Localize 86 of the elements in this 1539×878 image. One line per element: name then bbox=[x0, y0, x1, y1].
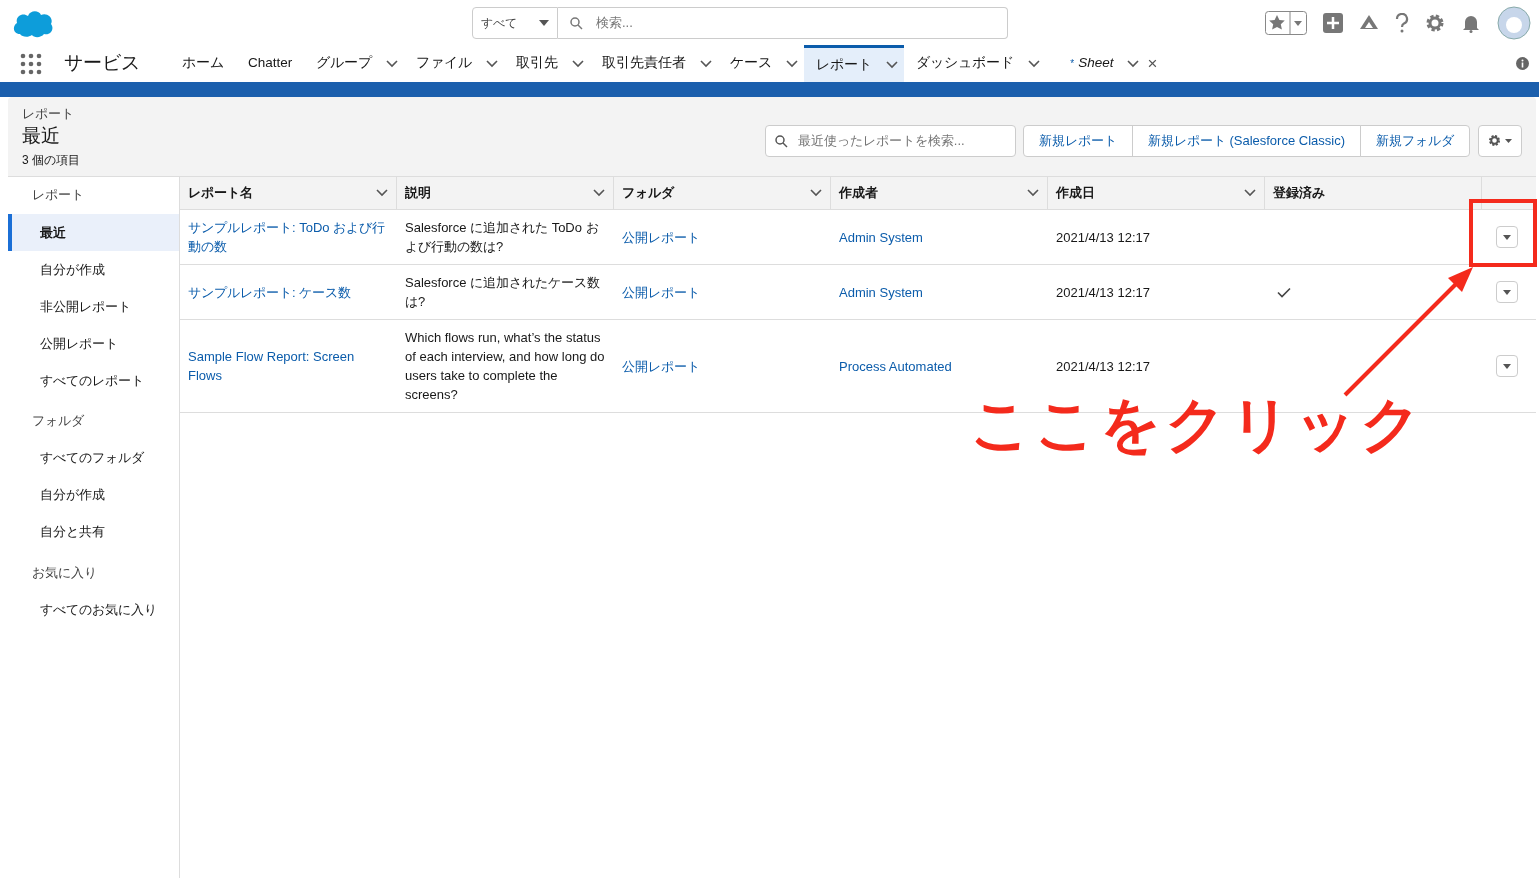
caret-icon bbox=[1503, 289, 1511, 295]
highlight-frame bbox=[1469, 199, 1537, 267]
new-button[interactable]: 新規レポート bbox=[1022, 124, 1133, 157]
caret-icon bbox=[1503, 363, 1511, 369]
caret-icon bbox=[1505, 138, 1512, 143]
chevron-down-icon bbox=[1027, 189, 1039, 197]
column-header[interactable]: 説明 bbox=[397, 177, 614, 209]
settings-icon[interactable] bbox=[1425, 12, 1445, 33]
chevron-down-icon bbox=[593, 189, 605, 197]
new-button[interactable]: 新規フォルダ bbox=[1360, 124, 1470, 157]
folder-link[interactable]: 公開レポート bbox=[622, 356, 700, 376]
row-actions-button[interactable] bbox=[1496, 355, 1518, 377]
mountain-icon[interactable] bbox=[1359, 13, 1379, 32]
column-header: 登録済み bbox=[1265, 177, 1482, 209]
chevron-down-icon bbox=[786, 59, 799, 68]
chevron-down-icon bbox=[886, 61, 899, 69]
column-header[interactable]: レポート名 bbox=[180, 177, 397, 209]
nav-tab[interactable]: Chatter bbox=[248, 53, 293, 74]
created-date: 2021/4/13 12:17 bbox=[1056, 283, 1150, 302]
item-count: 3 個の項目 bbox=[22, 152, 80, 170]
sidebar-item[interactable]: すべてのお気に入り bbox=[8, 591, 179, 629]
creator-link[interactable]: Admin System bbox=[839, 227, 923, 247]
sidebar-item[interactable]: 自分が作成 bbox=[8, 476, 179, 514]
info-icon[interactable] bbox=[1516, 57, 1529, 70]
chevron-down-icon bbox=[386, 59, 399, 68]
sidebar-item[interactable]: 非公開レポート bbox=[8, 287, 179, 325]
nav-tab[interactable]: ファイル bbox=[416, 53, 499, 74]
annotation-text: ここをクリック bbox=[970, 395, 1425, 455]
row-actions-button[interactable] bbox=[1496, 281, 1518, 303]
new-button[interactable]: 新規レポート (Salesforce Classic) bbox=[1131, 124, 1361, 157]
nav-tab[interactable]: グループ bbox=[316, 53, 399, 74]
chevron-down-icon bbox=[1244, 189, 1256, 197]
created-date: 2021/4/13 12:17 bbox=[1056, 228, 1150, 247]
folder-link[interactable]: 公開レポート bbox=[622, 282, 700, 302]
chevron-down-icon bbox=[376, 189, 388, 197]
sidebar-item[interactable]: すべてのレポート bbox=[8, 361, 179, 399]
settings-menu-button[interactable] bbox=[1478, 124, 1522, 157]
folder-link[interactable]: 公開レポート bbox=[622, 227, 700, 247]
search-scope-dropdown[interactable]: すべて bbox=[472, 6, 558, 39]
row-actions-button[interactable] bbox=[1496, 226, 1518, 248]
chevron-down-icon bbox=[810, 189, 822, 197]
section-heading: フォルダ bbox=[31, 412, 85, 430]
chevron-down-icon bbox=[700, 59, 713, 68]
page-title: 最近 bbox=[22, 123, 61, 148]
sidebar-item[interactable]: 公開レポート bbox=[8, 324, 179, 362]
nav-tab[interactable]: ダッシュボード bbox=[916, 53, 1041, 74]
creator-link[interactable]: Process Automated bbox=[839, 356, 952, 376]
column-header[interactable]: 作成日 bbox=[1048, 177, 1265, 209]
description-text: Salesforce に追加された ToDo および行動の数は? bbox=[405, 219, 600, 256]
description-text: Which flows run, what’s the status of each interview, and how long do users take to complete the screens? bbox=[405, 329, 606, 404]
close-tab-button[interactable]: × bbox=[1145, 50, 1160, 77]
section-heading: レポート bbox=[31, 187, 85, 204]
chevron-down-icon bbox=[1127, 59, 1140, 68]
report-name-link[interactable]: Sample Flow Report: Screen Flows bbox=[188, 347, 389, 385]
nav-tab[interactable]: 取引先責任者 bbox=[602, 53, 713, 74]
settings-icon bbox=[1488, 134, 1501, 147]
nav-tab[interactable]: ケース bbox=[730, 53, 799, 74]
description-text: Salesforce に追加されたケース数は? bbox=[405, 274, 602, 311]
caret-icon bbox=[1503, 234, 1511, 240]
breadcrumb: レポート bbox=[22, 106, 75, 123]
nav-tab[interactable]: 取引先 bbox=[516, 53, 585, 74]
nav-tab[interactable]: ホーム bbox=[182, 53, 224, 74]
column-header[interactable]: 作成者 bbox=[831, 177, 1048, 209]
app-launcher-icon[interactable] bbox=[20, 52, 42, 75]
plus-icon[interactable] bbox=[1323, 12, 1343, 33]
chevron-down-icon bbox=[486, 59, 499, 68]
global-search-field[interactable]: 検索... bbox=[558, 6, 1008, 39]
report-name-link[interactable]: サンプルレポート: ToDo および行動の数 bbox=[188, 218, 389, 256]
creator-link[interactable]: Admin System bbox=[839, 282, 923, 302]
app-name: サービス bbox=[64, 51, 140, 76]
column-header[interactable]: フォルダ bbox=[614, 177, 831, 209]
chevron-down-icon bbox=[1028, 59, 1041, 68]
created-date: 2021/4/13 12:17 bbox=[1056, 357, 1150, 376]
caret-icon bbox=[539, 19, 549, 26]
sidebar-item[interactable]: 自分と共有 bbox=[8, 513, 179, 551]
help-icon[interactable] bbox=[1395, 12, 1409, 33]
sidebar-item[interactable]: すべてのフォルダ bbox=[8, 439, 179, 477]
section-heading: お気に入り bbox=[31, 564, 98, 582]
report-search-field[interactable]: 最近使ったレポートを検索... bbox=[764, 124, 1016, 157]
search-icon bbox=[774, 134, 788, 148]
report-name-link[interactable]: サンプルレポート: ケース数 bbox=[188, 282, 352, 302]
record-tab[interactable]: * Sheet bbox=[1070, 53, 1140, 74]
chevron-down-icon bbox=[572, 59, 585, 68]
sidebar-item[interactable]: 自分が作成 bbox=[8, 250, 179, 288]
search-icon bbox=[570, 16, 583, 30]
sidebar-item[interactable]: 最近 bbox=[8, 213, 179, 251]
